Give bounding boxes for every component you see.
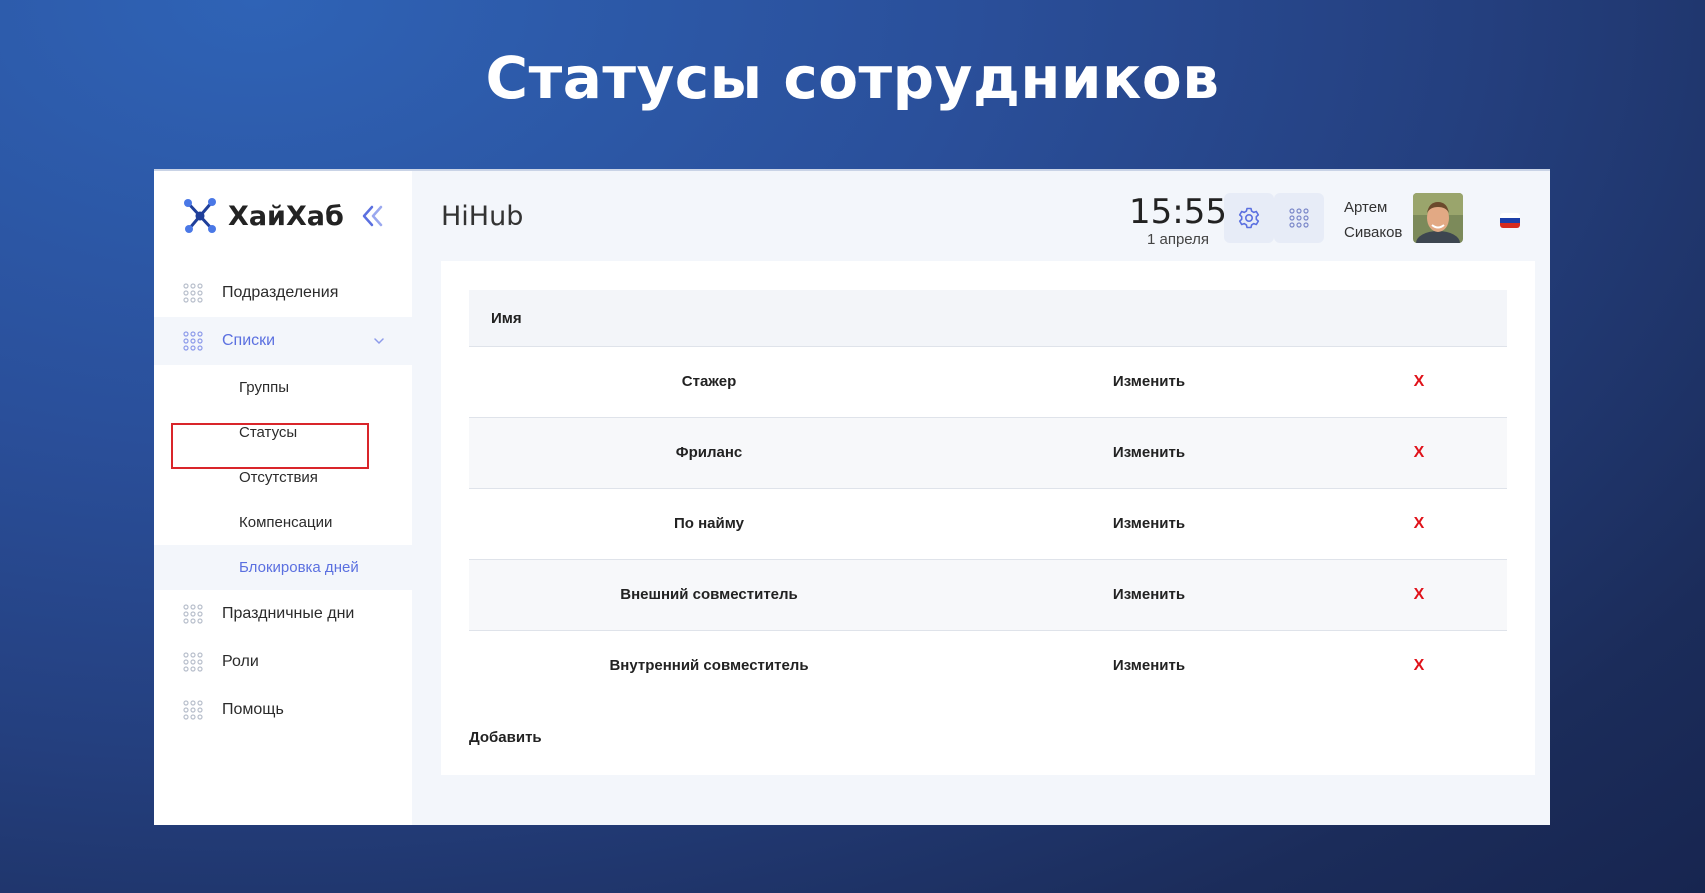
edit-button[interactable]: Изменить <box>1084 631 1214 701</box>
slide-title: Статусы сотрудников <box>485 44 1220 112</box>
apps-menu-button[interactable] <box>1274 193 1324 243</box>
sidebar: ХайХаб Подразделения Списки Группы Стату… <box>154 171 412 825</box>
user-last-name: Сиваков <box>1344 224 1403 241</box>
user-first-name: Артем <box>1344 199 1388 216</box>
edit-button[interactable]: Изменить <box>1084 418 1214 488</box>
logo-text: ХайХаб <box>228 200 344 232</box>
sidebar-item-label: Списки <box>222 332 276 349</box>
sidebar-item-label: Роли <box>222 653 259 670</box>
status-name: Стажер <box>681 373 737 390</box>
double-chevron-left-icon <box>362 205 383 227</box>
delete-button[interactable]: X <box>1399 631 1439 701</box>
edit-button[interactable]: Изменить <box>1084 489 1214 559</box>
delete-button[interactable]: X <box>1399 418 1439 488</box>
gear-icon <box>1238 207 1260 229</box>
column-header-name: Имя <box>491 309 522 327</box>
avatar[interactable] <box>1413 193 1463 243</box>
sidebar-subitem-compensations[interactable]: Компенсации <box>154 500 412 545</box>
grid-dots-icon <box>183 700 203 720</box>
edit-button[interactable]: Изменить <box>1084 560 1214 630</box>
status-name: Внутренний совместитель <box>609 657 809 674</box>
logo: ХайХаб <box>182 197 344 235</box>
table-header: Имя <box>469 290 1507 347</box>
table-row: По найму Изменить X <box>469 489 1507 560</box>
sidebar-item-roles[interactable]: Роли <box>154 638 412 686</box>
grid-dots-icon <box>1289 208 1309 228</box>
status-name: Фриланс <box>675 444 743 461</box>
status-name: Внешний совместитель <box>620 586 798 603</box>
sidebar-subitem-absences[interactable]: Отсутствия <box>154 455 412 500</box>
delete-button[interactable]: X <box>1399 489 1439 559</box>
delete-button[interactable]: X <box>1399 347 1439 417</box>
grid-dots-icon <box>183 283 203 303</box>
grid-dots-icon <box>183 604 203 624</box>
status-name: По найму <box>674 515 744 532</box>
table-row: Внутренний совместитель Изменить X <box>469 631 1507 701</box>
grid-dots-icon <box>183 652 203 672</box>
app-window: ХайХаб Подразделения Списки Группы Стату… <box>154 169 1550 825</box>
delete-button[interactable]: X <box>1399 560 1439 630</box>
sidebar-item-label: Подразделения <box>222 284 339 301</box>
edit-button[interactable]: Изменить <box>1084 347 1214 417</box>
chevron-down-icon <box>374 338 384 345</box>
settings-button[interactable] <box>1224 193 1274 243</box>
table-row: Фриланс Изменить X <box>469 418 1507 489</box>
sidebar-subitem-groups[interactable]: Группы <box>154 365 412 410</box>
sidebar-subitem-statuses[interactable]: Статусы <box>154 410 412 455</box>
russia-flag-icon[interactable] <box>1500 213 1520 228</box>
user-photo-icon <box>1413 193 1463 243</box>
sidebar-item-lists[interactable]: Списки <box>154 317 412 365</box>
user-name[interactable]: Артем Сиваков <box>1344 195 1402 245</box>
sidebar-nav: Подразделения Списки Группы Статусы Отсу… <box>154 269 412 734</box>
collapse-sidebar-button[interactable] <box>360 201 384 231</box>
sidebar-item-help[interactable]: Помощь <box>154 686 412 734</box>
grid-dots-icon <box>183 331 203 351</box>
statuses-panel: Имя Стажер Изменить X Фриланс Изменить X… <box>441 261 1535 775</box>
sidebar-item-label: Праздничные дни <box>222 605 355 622</box>
add-status-button[interactable]: Добавить <box>469 729 542 746</box>
table-row: Стажер Изменить X <box>469 347 1507 418</box>
page-title: HiHub <box>441 201 524 232</box>
sidebar-item-label: Помощь <box>222 701 284 718</box>
sidebar-subitem-day-blocking[interactable]: Блокировка дней <box>154 545 412 590</box>
logo-icon <box>184 198 216 233</box>
sidebar-item-departments[interactable]: Подразделения <box>154 269 412 317</box>
table-row: Внешний совместитель Изменить X <box>469 560 1507 631</box>
statuses-table-body: Стажер Изменить X Фриланс Изменить X По … <box>469 347 1507 701</box>
sidebar-item-holidays[interactable]: Праздничные дни <box>154 590 412 638</box>
